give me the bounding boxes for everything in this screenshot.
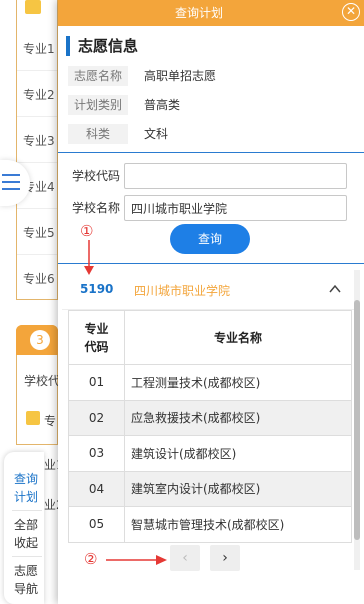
dialog-header: 查询计划 ✕ — [58, 0, 364, 26]
pager: ‹ › — [58, 540, 364, 576]
prev-page-button[interactable]: ‹ — [170, 545, 200, 571]
column-header-name: 专业名称 — [124, 310, 352, 365]
annotation-marker-2: ② — [84, 550, 98, 568]
info-value: 高职单招志愿 — [144, 69, 217, 83]
background-major-label: 专 — [44, 414, 57, 428]
major-name: 工程测量技术(成都校区) — [124, 364, 352, 401]
result-panel: 5190 四川城市职业学院 专业代码 专业名称 01 工程测量技术(成都校区) … — [62, 270, 354, 575]
divider — [12, 556, 42, 557]
background-major: 专业3 — [23, 134, 55, 148]
query-button[interactable]: 查询 — [170, 224, 250, 254]
lock-icon — [25, 0, 41, 14]
background-major: 专业1 — [23, 42, 55, 56]
table-row[interactable]: 02 应急救援技术(成都校区) — [68, 399, 352, 436]
background-major: 专业6 — [23, 272, 55, 286]
menu-icon — [2, 174, 20, 176]
info-label: 计划类别 — [68, 95, 128, 115]
search-form: 学校代码 学校名称 查询 — [58, 152, 364, 264]
major-name: 智慧城市管理技术(成都校区) — [124, 506, 352, 543]
divider — [17, 162, 57, 163]
nav-wish-guide[interactable]: 志愿导航 — [14, 562, 44, 598]
dialog-footer — [58, 576, 364, 604]
school-code-input[interactable] — [124, 163, 347, 189]
section-accent-bar — [66, 36, 70, 56]
side-nav: 查询计划 全部收起 志愿导航 — [4, 452, 44, 604]
menu-icon — [2, 181, 20, 183]
next-page-button[interactable]: › — [210, 545, 240, 571]
info-label: 科类 — [68, 124, 128, 144]
annotation-marker-1: ① — [80, 222, 94, 240]
school-name-input[interactable] — [124, 195, 347, 221]
school-name: 四川城市职业学院 — [134, 284, 231, 298]
divider — [17, 70, 57, 71]
major-name: 建筑设计(成都校区) — [124, 435, 352, 472]
close-icon[interactable]: ✕ — [342, 3, 360, 21]
info-value: 普高类 — [144, 98, 181, 112]
school-code-label: 学校代码 — [72, 169, 121, 183]
divider — [17, 254, 57, 255]
chevron-up-icon[interactable] — [328, 282, 342, 296]
info-value: 文科 — [144, 127, 169, 141]
table-row[interactable]: 01 工程测量技术(成都校区) — [68, 364, 352, 401]
divider — [12, 510, 42, 511]
background-school-label: 学校代 — [24, 374, 61, 388]
major-code: 01 — [68, 364, 125, 401]
major-code: 05 — [68, 506, 125, 543]
nav-query-plan[interactable]: 查询计划 — [14, 470, 44, 506]
major-code: 04 — [68, 470, 125, 507]
card-number-badge: 3 — [30, 330, 50, 350]
annotation-arrow-right — [106, 555, 167, 565]
divider — [17, 208, 57, 209]
school-code: 5190 — [80, 282, 114, 296]
major-code: 03 — [68, 435, 125, 472]
background-major: 专业5 — [23, 226, 55, 240]
table-row[interactable]: 03 建筑设计(成都校区) — [68, 435, 352, 472]
major-name: 应急救援技术(成都校区) — [124, 399, 352, 436]
info-label: 志愿名称 — [68, 66, 128, 86]
divider — [17, 116, 57, 117]
scrollbar-thumb[interactable] — [354, 300, 360, 540]
table-row[interactable]: 05 智慧城市管理技术(成都校区) — [68, 506, 352, 543]
result-header[interactable]: 5190 四川城市职业学院 — [62, 270, 354, 310]
menu-icon — [2, 188, 20, 190]
major-code: 02 — [68, 399, 125, 436]
section-title: 志愿信息 — [78, 37, 139, 55]
query-plan-dialog: 查询计划 ✕ 志愿信息 志愿名称 高职单招志愿 计划类别 普高类 科类 文科 学… — [58, 0, 364, 604]
nav-collapse-all[interactable]: 全部收起 — [14, 516, 44, 552]
background-major: 专业2 — [23, 88, 55, 102]
lock-icon — [26, 411, 40, 425]
school-name-label: 学校名称 — [72, 201, 121, 215]
table-header-row: 专业代码 专业名称 — [68, 310, 352, 365]
column-header-code: 专业代码 — [68, 310, 125, 365]
major-table: 专业代码 专业名称 01 工程测量技术(成都校区) 02 应急救援技术(成都校区… — [68, 310, 352, 543]
dialog-title: 查询计划 — [174, 6, 223, 20]
major-name: 建筑室内设计(成都校区) — [124, 470, 352, 507]
table-row[interactable]: 04 建筑室内设计(成都校区) — [68, 470, 352, 507]
annotation-arrow-down — [84, 240, 94, 275]
